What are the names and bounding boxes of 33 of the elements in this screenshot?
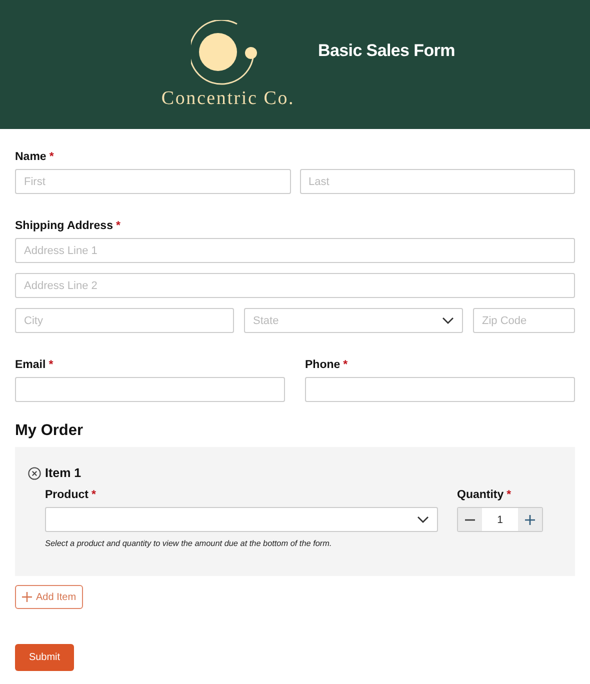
- section-heading: My Order: [15, 422, 84, 440]
- required-mark: *: [49, 151, 54, 163]
- submit-button[interactable]: Submit: [15, 644, 74, 671]
- text-field[interactable]: [305, 377, 575, 402]
- field-label: Email: [15, 359, 46, 371]
- field-label: Quantity: [457, 489, 504, 501]
- text-field[interactable]: Zip Code: [473, 308, 575, 333]
- plus-icon: [22, 592, 32, 602]
- text-field[interactable]: Address Line 1: [15, 238, 575, 263]
- remove-icon[interactable]: [28, 466, 41, 480]
- text-field[interactable]: [15, 377, 285, 402]
- form-title: Basic Sales Form: [318, 40, 455, 60]
- chevron-down-icon: [442, 316, 454, 324]
- text-field[interactable]: Last: [300, 169, 575, 194]
- field-label: Phone: [305, 359, 340, 371]
- field-label: Name: [15, 151, 46, 163]
- company-name: Concentric Co.: [161, 88, 295, 110]
- dropdown-field[interactable]: State: [244, 308, 463, 333]
- field-label: Product: [45, 489, 88, 501]
- required-mark: *: [48, 359, 54, 371]
- required-mark: *: [116, 220, 120, 232]
- help-text: Select a product and quantity to view the amount due at the bottom of the form.: [45, 539, 333, 548]
- text-field[interactable]: First: [15, 169, 290, 194]
- required-mark: *: [506, 489, 512, 501]
- chevron-down-icon: [417, 516, 429, 524]
- dropdown-field[interactable]: [45, 507, 438, 532]
- item-title: Item 1: [45, 466, 82, 480]
- text-field[interactable]: City: [15, 308, 234, 333]
- required-mark: *: [343, 359, 348, 371]
- add-item-button[interactable]: Add Item: [15, 585, 84, 609]
- required-mark: *: [91, 489, 96, 501]
- field-label: Shipping Address: [15, 220, 113, 232]
- text-field[interactable]: Address Line 2: [15, 273, 575, 298]
